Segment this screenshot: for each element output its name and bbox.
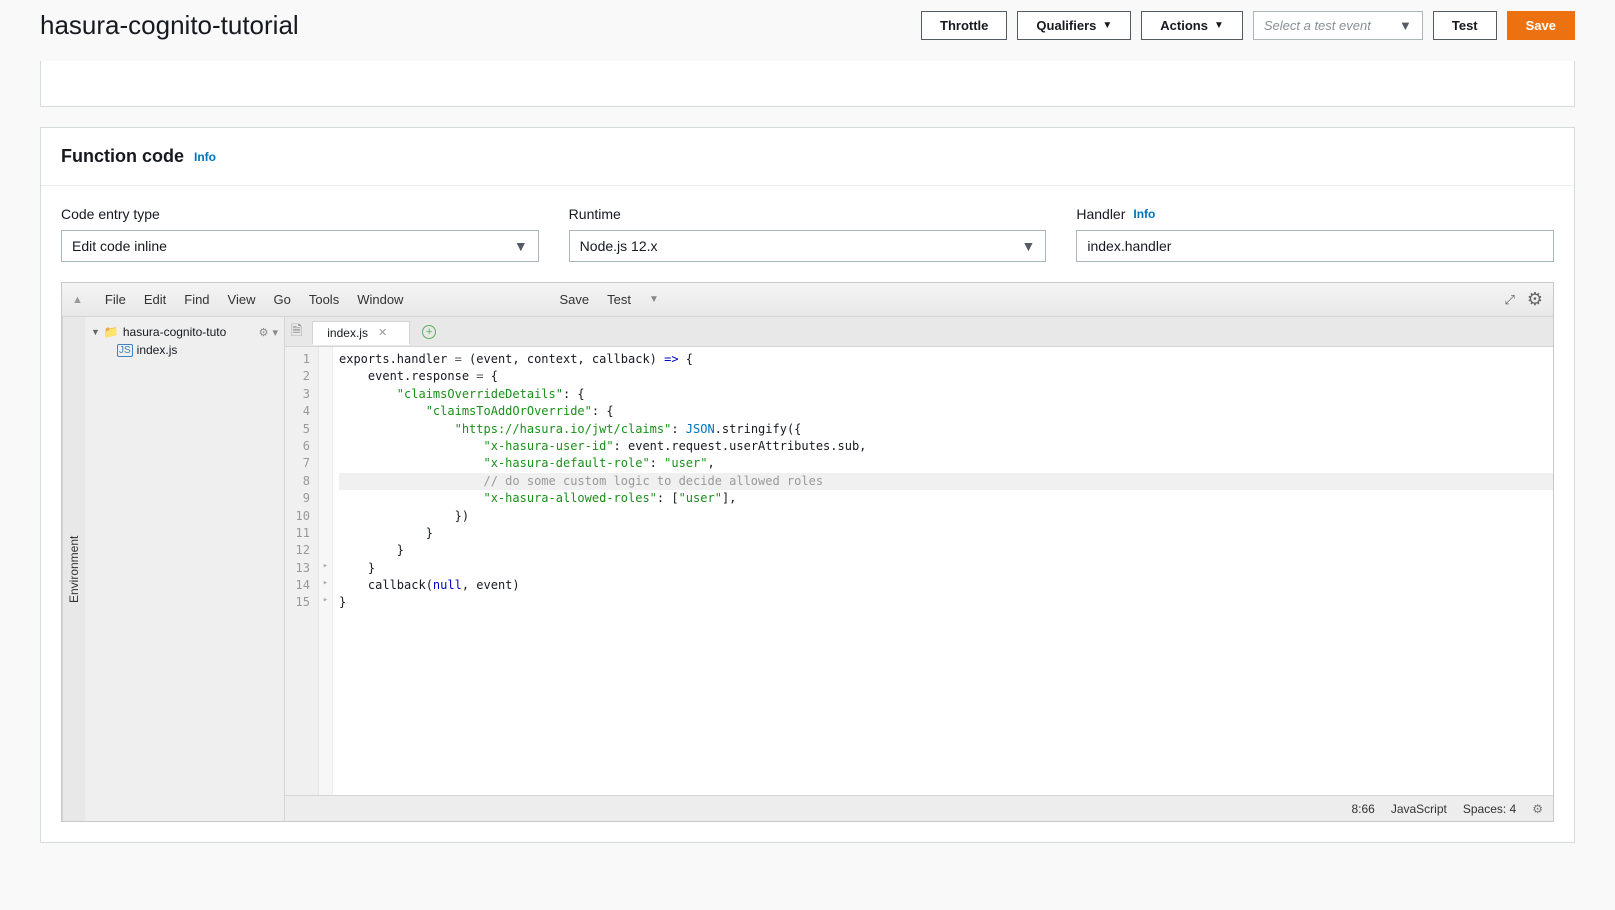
environment-tab[interactable]: Environment	[62, 317, 85, 821]
save-button[interactable]: Save	[1507, 11, 1575, 40]
menu-tools[interactable]: Tools	[309, 292, 339, 307]
header-actions: Throttle Qualifiers▼ Actions▼ Select a t…	[921, 11, 1575, 40]
menu-go[interactable]: Go	[274, 292, 291, 307]
language-mode[interactable]: JavaScript	[1391, 802, 1447, 816]
runtime-select[interactable]: Node.js 12.x ▼	[569, 230, 1047, 262]
test-event-placeholder: Select a test event	[1264, 18, 1371, 33]
caret-down-icon: ▼	[1214, 20, 1224, 31]
close-icon[interactable]: ✕	[378, 326, 387, 339]
js-file-icon: JS	[117, 344, 133, 357]
handler-input[interactable]: index.handler	[1076, 230, 1554, 262]
handler-label: Handler	[1076, 206, 1125, 222]
menu-file[interactable]: File	[105, 292, 126, 307]
test-button[interactable]: Test	[1433, 11, 1497, 40]
actions-button[interactable]: Actions▼	[1141, 11, 1243, 40]
info-link[interactable]: Info	[194, 150, 216, 164]
gear-icon[interactable]: ⚙	[1527, 289, 1543, 310]
handler-info-link[interactable]: Info	[1133, 207, 1155, 221]
section-title: Function code	[61, 146, 184, 167]
function-code-section: Function code Info Code entry type Edit …	[40, 127, 1575, 843]
indent-mode[interactable]: Spaces: 4	[1463, 802, 1516, 816]
tree-gear-icon[interactable]: ⚙	[259, 326, 269, 339]
menu-view[interactable]: View	[228, 292, 256, 307]
tree-file-indexjs[interactable]: JS index.js	[89, 341, 280, 359]
ide-menubar: ▲ File Edit Find View Go Tools Window Sa…	[62, 283, 1553, 317]
menu-edit[interactable]: Edit	[144, 292, 166, 307]
menu-window[interactable]: Window	[357, 292, 403, 307]
line-gutter: 1 2 3 4 5 6 7 8 9 10 11 12 13	[285, 347, 319, 795]
code-entry-label: Code entry type	[61, 206, 539, 222]
code-editor: ▲ File Edit Find View Go Tools Window Sa…	[61, 282, 1554, 822]
function-title: hasura-cognito-tutorial	[40, 10, 921, 41]
designer-card-placeholder	[40, 61, 1575, 107]
code-entry-select[interactable]: Edit code inline ▼	[61, 230, 539, 262]
doc-icon[interactable]: 🗎	[291, 320, 302, 344]
fold-gutter: ▸▸▸	[319, 347, 333, 795]
qualifiers-button[interactable]: Qualifiers▼	[1017, 11, 1131, 40]
caret-down-icon: ▼	[1399, 18, 1412, 33]
code-lines: exports.handler = (event, context, callb…	[333, 347, 1553, 795]
ide-test-caret[interactable]: ▼	[649, 294, 659, 305]
page-header: hasura-cognito-tutorial Throttle Qualifi…	[0, 0, 1615, 61]
folder-icon: 📁	[104, 325, 119, 339]
ide-save-button[interactable]: Save	[559, 292, 589, 307]
chevron-down-icon: ▼	[91, 327, 100, 337]
caret-down-icon: ▼	[514, 238, 528, 254]
add-tab-button[interactable]: +	[422, 325, 436, 339]
caret-down-icon: ▼	[1021, 238, 1035, 254]
ide-statusbar: 8:66 JavaScript Spaces: 4 ⚙	[285, 795, 1553, 821]
editor-tabs: 🗎 index.js ✕ +	[285, 317, 1553, 347]
runtime-label: Runtime	[569, 206, 1047, 222]
tree-root[interactable]: ▼ 📁 hasura-cognito-tuto ⚙ ▾	[89, 323, 280, 341]
caret-down-icon: ▼	[1102, 20, 1112, 31]
tree-caret-icon[interactable]: ▾	[272, 326, 278, 339]
cursor-position[interactable]: 8:66	[1351, 802, 1374, 816]
throttle-button[interactable]: Throttle	[921, 11, 1007, 40]
file-tree: ▼ 📁 hasura-cognito-tuto ⚙ ▾ JS index.js	[85, 317, 285, 821]
code-area[interactable]: 1 2 3 4 5 6 7 8 9 10 11 12 13	[285, 347, 1553, 795]
fullscreen-icon[interactable]: ⤢	[1504, 292, 1514, 308]
menu-find[interactable]: Find	[184, 292, 209, 307]
status-gear-icon[interactable]: ⚙	[1532, 802, 1543, 816]
test-event-select[interactable]: Select a test event ▼	[1253, 11, 1423, 40]
tab-indexjs[interactable]: index.js ✕	[312, 321, 410, 345]
ide-test-button[interactable]: Test	[607, 292, 631, 307]
collapse-icon[interactable]: ▲	[72, 294, 83, 306]
